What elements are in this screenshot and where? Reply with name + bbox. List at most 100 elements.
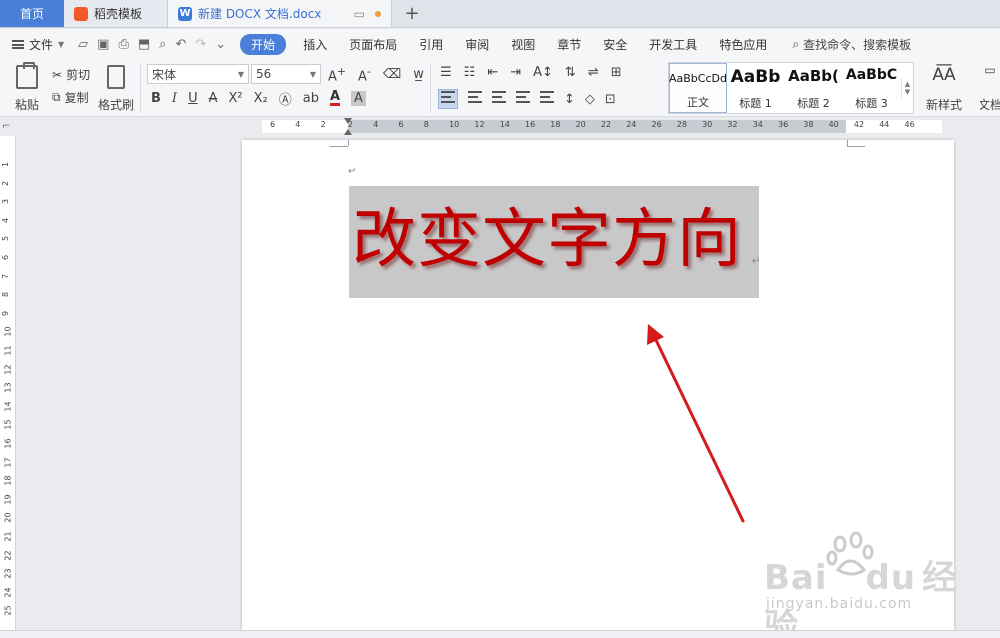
new-style-button[interactable]: A͞A 新样式 bbox=[920, 63, 968, 113]
copy-button[interactable]: ⧉ 复制 bbox=[52, 89, 89, 106]
menu-review[interactable]: 审阅 bbox=[454, 36, 500, 53]
style-normal[interactable]: AaBbCcDd 正文 bbox=[669, 63, 727, 113]
subscript-icon[interactable]: X₂ bbox=[254, 91, 268, 106]
menu-features[interactable]: 特色应用 bbox=[708, 36, 778, 53]
char-shading-icon[interactable]: A bbox=[351, 91, 366, 106]
menu-chapter[interactable]: 章节 bbox=[546, 36, 592, 53]
menu-security[interactable]: 安全 bbox=[592, 36, 638, 53]
ruler-label: 4 bbox=[1, 217, 11, 223]
align-left-icon[interactable] bbox=[438, 89, 458, 109]
menu-references[interactable]: 引用 bbox=[408, 36, 454, 53]
font-size-select[interactable]: 56 ▼ bbox=[251, 64, 321, 84]
save-icon[interactable]: ▣ bbox=[97, 37, 109, 52]
ruler-label: 18 bbox=[3, 475, 13, 486]
tab-template[interactable]: 稻壳模板 bbox=[64, 0, 168, 27]
ruler-label: 11 bbox=[3, 345, 13, 356]
font-color-icon[interactable]: A bbox=[329, 90, 341, 106]
horizontal-ruler[interactable]: 6 4 2 2 4 6 8 10 12 14 16 18 20 22 24 26 28 30 32 34 36 38 40 4… bbox=[0, 118, 1000, 136]
phonetic-guide-icon[interactable]: w̲ bbox=[413, 67, 424, 82]
more-chevron-icon[interactable]: ⌄ bbox=[215, 37, 226, 52]
style-gallery-scroll[interactable]: ▲ ▼ bbox=[901, 78, 913, 98]
first-line-indent-marker[interactable] bbox=[344, 118, 352, 124]
numbered-list-icon[interactable]: ☷ bbox=[464, 65, 476, 80]
line-spacing-icon[interactable]: ↕ bbox=[564, 92, 575, 107]
open-folder-icon[interactable]: ▱ bbox=[78, 37, 88, 52]
underline-button[interactable]: U bbox=[188, 91, 198, 106]
shading-icon[interactable]: ◇ bbox=[585, 92, 595, 107]
ruler-label: 8 bbox=[423, 120, 429, 129]
font-name-select[interactable]: 宋体 ▼ bbox=[147, 64, 249, 84]
shrink-font-icon[interactable]: A- bbox=[358, 65, 371, 84]
ruler-label: 2 bbox=[1, 180, 11, 186]
paragraph-mark: ↵ bbox=[348, 166, 357, 177]
menu-page-layout[interactable]: 页面布局 bbox=[338, 36, 408, 53]
italic-button[interactable]: I bbox=[172, 91, 177, 106]
menu-insert[interactable]: 插入 bbox=[292, 36, 338, 53]
distributed-icon[interactable] bbox=[540, 91, 554, 107]
ruler-label: 32 bbox=[727, 120, 738, 129]
style-heading-2[interactable]: AaBb( 标题 2 bbox=[785, 63, 843, 113]
ruler-label: 20 bbox=[575, 120, 586, 129]
preview-icon[interactable]: ⌕ bbox=[159, 37, 166, 52]
paragraph-spacing-icon[interactable]: ⇌ bbox=[588, 65, 599, 80]
table-borders-icon[interactable]: ⊞ bbox=[611, 65, 622, 80]
command-search[interactable]: ⌕ 查找命令、搜索模板 bbox=[778, 36, 911, 53]
decrease-indent-icon[interactable]: ⇤ bbox=[487, 65, 498, 80]
highlight-icon[interactable]: ab bbox=[303, 91, 319, 106]
paste-label: 粘贴 bbox=[14, 98, 39, 112]
grow-font-icon[interactable]: A+ bbox=[328, 65, 346, 84]
menu-bar: 文件 ▼ ▱ ▣ ⎙ ⬒ ⌕ ↶ ↷ ⌄ 开始 插入 页面布局 引用 审阅 视图… bbox=[0, 29, 1000, 59]
ruler-label: 6 bbox=[398, 120, 404, 129]
document-tool-button[interactable]: ▭ 文档 bbox=[980, 63, 1000, 113]
justify-icon[interactable] bbox=[516, 91, 530, 107]
increase-indent-icon[interactable]: ⇥ bbox=[510, 65, 521, 80]
menu-developer[interactable]: 开发工具 bbox=[638, 36, 708, 53]
ruler-toggle-icon[interactable]: ⌐ bbox=[2, 121, 10, 132]
ruler-label: 24 bbox=[626, 120, 637, 129]
font-size-value: 56 bbox=[256, 67, 272, 81]
clear-format-icon[interactable]: ⌫ bbox=[383, 67, 401, 82]
chevron-up-icon[interactable]: ▲ bbox=[905, 80, 910, 88]
screen-icon[interactable]: ▭ bbox=[354, 7, 365, 21]
bullet-list-icon[interactable]: ☰ bbox=[440, 65, 452, 80]
undo-icon[interactable]: ↶ bbox=[175, 37, 186, 52]
ruler-label: 3 bbox=[1, 199, 11, 205]
style-heading-3[interactable]: AaBbC 标题 3 bbox=[843, 63, 901, 113]
ruler-label: 30 bbox=[702, 120, 713, 129]
crop-mark bbox=[847, 140, 848, 146]
menu-home[interactable]: 开始 bbox=[240, 33, 287, 55]
vertical-ruler[interactable]: 1 2 3 4 5 6 7 8 9 10 11 12 13 14 15 16 17 18 19 20 21 22 23 24 2… bbox=[0, 136, 16, 630]
format-painter-button[interactable]: 格式刷 bbox=[98, 63, 134, 113]
ruler-label: 1 bbox=[1, 161, 11, 168]
style-heading-1[interactable]: AaBb 标题 1 bbox=[727, 63, 785, 113]
heading-text[interactable]: 改变文字方向 bbox=[352, 202, 742, 278]
text-effect-icon[interactable]: Ⓐ bbox=[279, 89, 292, 108]
sort-icon[interactable]: ⇅ bbox=[565, 65, 576, 80]
menu-view[interactable]: 视图 bbox=[500, 36, 546, 53]
borders-icon[interactable]: ⊡ bbox=[605, 92, 616, 107]
ribbon-separator bbox=[430, 63, 431, 113]
document-tool-icon: ▭ bbox=[984, 63, 996, 77]
ruler-label: 8 bbox=[1, 292, 11, 298]
menu-file[interactable]: 文件 ▼ bbox=[0, 36, 70, 53]
ruler-label: 26 bbox=[651, 120, 662, 129]
strikethrough-icon[interactable]: A bbox=[209, 91, 218, 106]
hanging-indent-marker[interactable] bbox=[344, 129, 352, 135]
watermark-url: jingyan.baidu.com bbox=[766, 596, 913, 612]
print-icon[interactable]: ⎙ bbox=[118, 37, 128, 52]
superscript-icon[interactable]: X² bbox=[228, 91, 242, 106]
paste-button[interactable]: 粘贴 bbox=[10, 62, 44, 113]
text-direction-icon[interactable]: A↕ bbox=[533, 65, 553, 80]
copy-icon: ⧉ bbox=[52, 90, 61, 104]
align-right-icon[interactable] bbox=[492, 91, 506, 107]
new-tab-button[interactable]: + bbox=[392, 0, 432, 27]
align-center-icon[interactable] bbox=[468, 91, 482, 107]
export-icon[interactable]: ⬒ bbox=[138, 37, 150, 52]
cut-button[interactable]: ✂ 剪切 bbox=[52, 66, 90, 83]
bold-button[interactable]: B bbox=[151, 91, 161, 106]
tab-home[interactable]: 首页 bbox=[0, 0, 64, 27]
redo-icon[interactable]: ↷ bbox=[195, 37, 206, 52]
chevron-down-icon[interactable]: ▼ bbox=[905, 88, 910, 96]
tab-document[interactable]: W 新建 DOCX 文档.docx ▭ bbox=[168, 0, 392, 27]
ruler-label: 34 bbox=[752, 120, 763, 129]
